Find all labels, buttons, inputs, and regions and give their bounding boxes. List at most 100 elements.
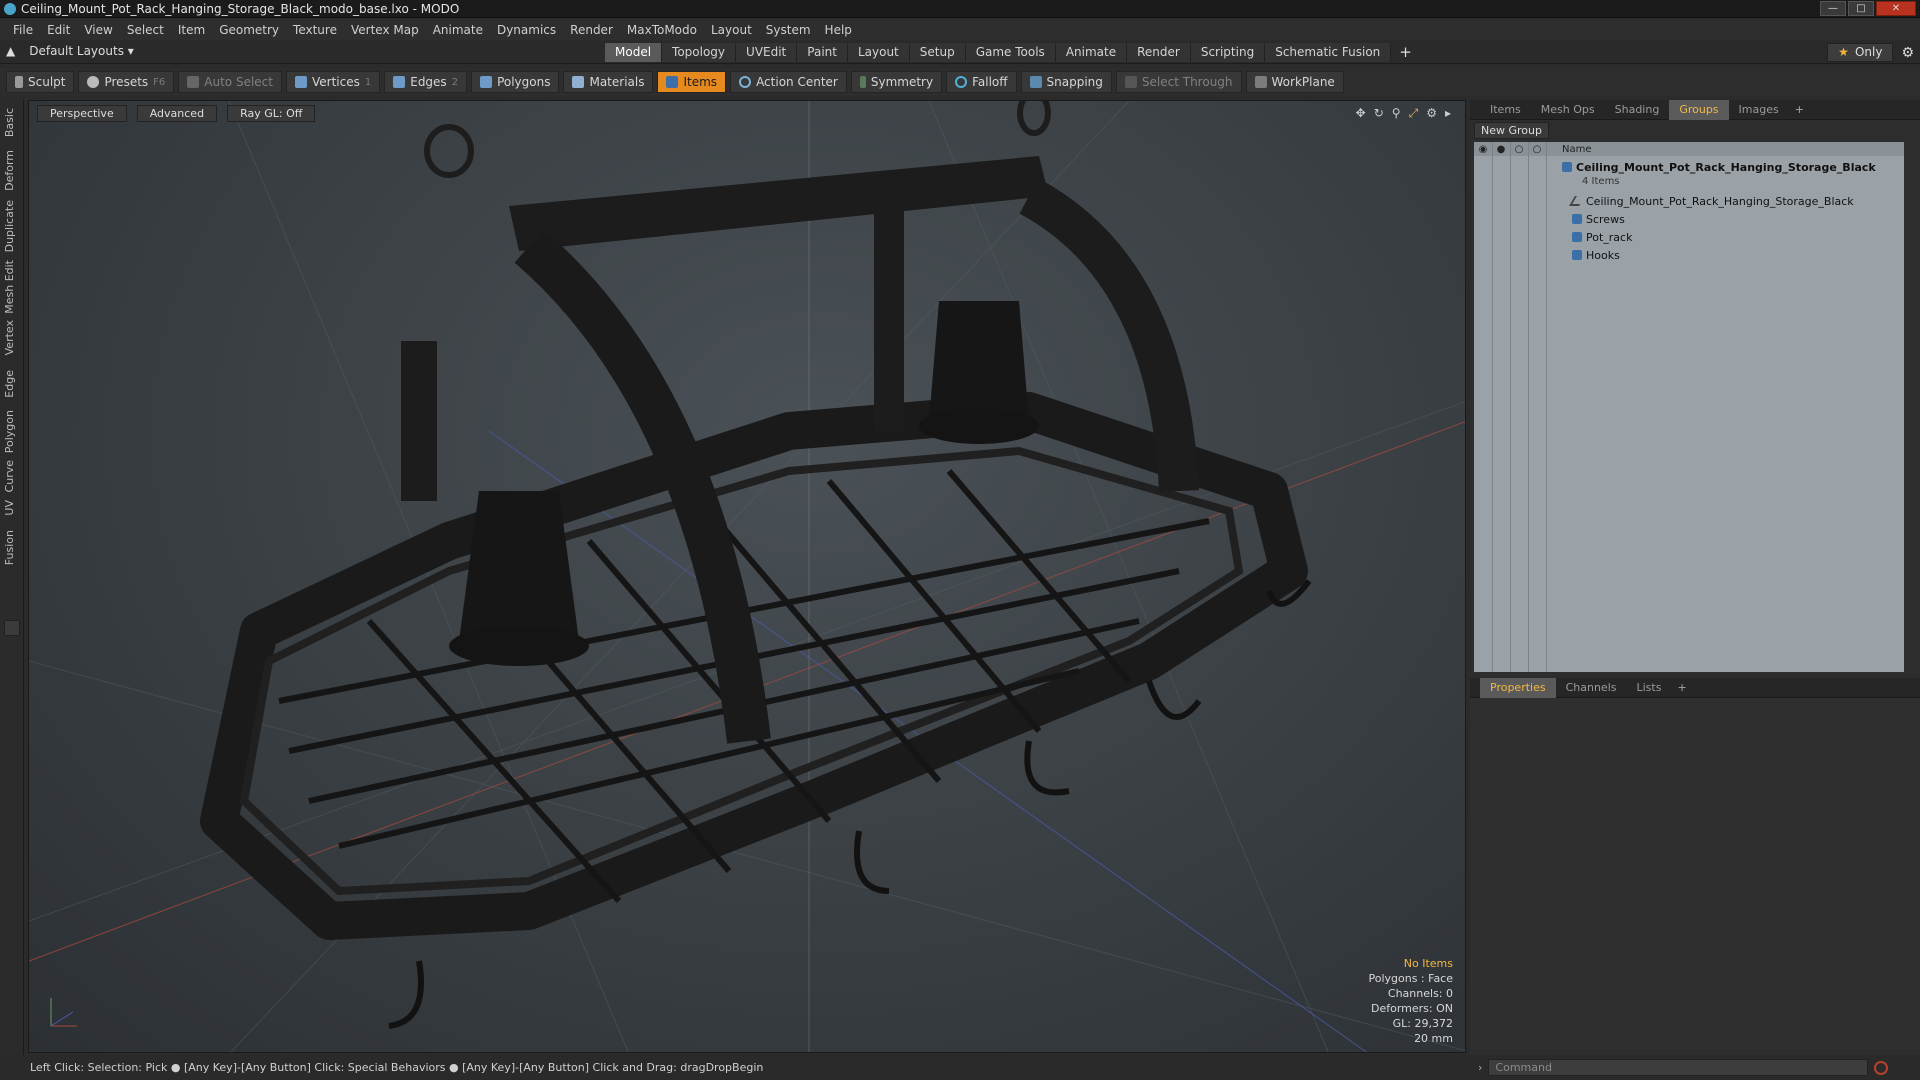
new-group-button[interactable]: New Group	[1474, 122, 1549, 139]
vtab-uv[interactable]: UV	[3, 500, 21, 516]
tab-images[interactable]: Images	[1729, 100, 1789, 120]
lock-column-icon: ●	[1496, 143, 1506, 155]
menu-file[interactable]: File	[6, 23, 40, 37]
materials-button[interactable]: Materials	[563, 71, 654, 93]
stop-icon[interactable]	[1874, 1060, 1889, 1075]
menu-dynamics[interactable]: Dynamics	[490, 23, 563, 37]
only-button[interactable]: ★ Only	[1827, 43, 1894, 62]
vtab-deform[interactable]: Deform	[3, 150, 21, 191]
auto-select-button[interactable]: Auto Select	[178, 71, 282, 93]
tab-render[interactable]: Render	[1127, 43, 1191, 62]
tab-items[interactable]: Items	[1480, 100, 1531, 120]
menu-system[interactable]: System	[759, 23, 818, 37]
vtab-curve[interactable]: Curve	[3, 460, 21, 492]
shading-mode-button[interactable]: Advanced	[136, 105, 218, 122]
vtab-basic[interactable]: Basic	[3, 108, 21, 137]
select-through-button[interactable]: Select Through	[1115, 71, 1242, 93]
close-button[interactable]: ✕	[1876, 1, 1916, 16]
layout-dropdown[interactable]: Default Layouts ▾	[29, 44, 134, 58]
group-child-row[interactable]: Pot_rack	[1474, 228, 1904, 246]
sculpt-button[interactable]: Sculpt	[6, 71, 75, 93]
zoom-icon[interactable]: ⚲	[1392, 106, 1401, 121]
add-properties-tab-button[interactable]: +	[1671, 681, 1692, 694]
snapping-icon	[1029, 76, 1042, 88]
vtab-polygon[interactable]: Polygon	[3, 410, 21, 453]
polygons-button[interactable]: Polygons	[471, 71, 560, 93]
add-tab-button[interactable]: +	[1391, 43, 1420, 62]
tab-groups[interactable]: Groups	[1669, 99, 1729, 120]
menu-geometry[interactable]: Geometry	[212, 23, 286, 37]
raygl-button[interactable]: Ray GL: Off	[227, 105, 316, 122]
group-child-row[interactable]: Ceiling_Mount_Pot_Rack_Hanging_Storage_B…	[1474, 192, 1904, 210]
menu-vertex-map[interactable]: Vertex Map	[344, 23, 426, 37]
visibility-column-icon: ◉	[1478, 143, 1488, 155]
polygons-label: Polygons	[497, 75, 551, 89]
view-mode-button[interactable]: Perspective	[37, 105, 127, 122]
tab-mesh-ops[interactable]: Mesh Ops	[1531, 100, 1605, 120]
tab-lists[interactable]: Lists	[1627, 678, 1672, 698]
items-button[interactable]: Items	[657, 71, 727, 93]
command-input[interactable]: Command	[1488, 1059, 1869, 1076]
edges-count: 2	[451, 76, 459, 88]
left-tool-tabs: Basic Deform Duplicate Mesh Edit Vertex …	[0, 100, 24, 1060]
maximize-button[interactable]: □	[1848, 1, 1874, 16]
collapse-arrow-icon[interactable]: ▲	[6, 44, 15, 58]
menu-render[interactable]: Render	[563, 23, 620, 37]
tab-shading[interactable]: Shading	[1605, 100, 1670, 120]
symmetry-button[interactable]: Symmetry	[850, 71, 943, 93]
vtab-duplicate[interactable]: Duplicate	[3, 200, 21, 252]
expand-arrow-icon[interactable]: ▸	[1445, 106, 1451, 121]
snapping-button[interactable]: Snapping	[1020, 71, 1112, 93]
minimize-button[interactable]: —	[1820, 1, 1846, 16]
vtab-fusion[interactable]: Fusion	[3, 530, 21, 565]
group-child-row[interactable]: Screws	[1474, 210, 1904, 228]
menu-maxtomodo[interactable]: MaxToModo	[620, 23, 704, 37]
layout-selector[interactable]: ▲ Default Layouts ▾	[6, 44, 134, 58]
tab-uvedit[interactable]: UVEdit	[736, 43, 798, 62]
viewport-settings-icon[interactable]: ⚙	[1426, 106, 1437, 121]
pan-icon[interactable]: ✥	[1356, 106, 1366, 121]
vertices-button[interactable]: Vertices 1	[285, 71, 381, 93]
menu-edit[interactable]: Edit	[40, 23, 77, 37]
edges-button[interactable]: Edges 2	[384, 71, 468, 93]
tab-model[interactable]: Model	[605, 43, 663, 62]
tab-properties[interactable]: Properties	[1480, 677, 1556, 698]
tab-topology[interactable]: Topology	[662, 43, 737, 62]
tab-animate[interactable]: Animate	[1055, 43, 1128, 62]
tool-bar: Sculpt Presets F6 Auto Select Vertices 1 E…	[0, 68, 1920, 96]
3d-viewport[interactable]: Perspective Advanced Ray GL: Off ✥ ↻ ⚲ ⤢…	[28, 100, 1466, 1053]
fit-icon[interactable]: ⤢	[1409, 106, 1419, 121]
menu-layout[interactable]: Layout	[704, 23, 759, 37]
menu-animate[interactable]: Animate	[426, 23, 490, 37]
tab-layout[interactable]: Layout	[847, 43, 910, 62]
vtab-edge[interactable]: Edge	[3, 370, 21, 398]
menu-select[interactable]: Select	[120, 23, 171, 37]
add-panel-tab-button[interactable]: +	[1789, 103, 1810, 116]
tab-paint[interactable]: Paint	[797, 43, 848, 62]
workplane-button[interactable]: WorkPlane	[1245, 71, 1344, 93]
vtab-vertex[interactable]: Vertex	[3, 320, 21, 355]
rotate-icon[interactable]: ↻	[1374, 106, 1384, 121]
menu-texture[interactable]: Texture	[286, 23, 344, 37]
vtab-mesh-edit[interactable]: Mesh Edit	[3, 260, 21, 314]
only-label: Only	[1854, 45, 1883, 59]
tab-setup[interactable]: Setup	[909, 43, 966, 62]
group-icon	[1562, 162, 1572, 172]
tool-palette-toggle[interactable]	[4, 620, 20, 636]
menu-view[interactable]: View	[77, 23, 119, 37]
gear-icon[interactable]: ⚙	[1901, 45, 1914, 61]
action-center-button[interactable]: Action Center	[730, 71, 847, 93]
menu-item[interactable]: Item	[171, 23, 212, 37]
layout-right-group: ★ Only ⚙	[1827, 43, 1914, 62]
group-child-row[interactable]: Hooks	[1474, 246, 1904, 264]
items-label: Items	[683, 75, 718, 89]
menu-help[interactable]: Help	[818, 23, 859, 37]
selection-stat: No Items	[1403, 957, 1453, 970]
tab-channels[interactable]: Channels	[1556, 678, 1627, 698]
tab-scripting[interactable]: Scripting	[1190, 43, 1266, 62]
tab-game-tools[interactable]: Game Tools	[965, 43, 1056, 62]
tab-schematic-fusion[interactable]: Schematic Fusion	[1265, 43, 1392, 62]
command-arrow-icon: ›	[1478, 1061, 1483, 1074]
falloff-button[interactable]: Falloff	[946, 71, 1017, 93]
presets-button[interactable]: Presets F6	[78, 71, 175, 93]
